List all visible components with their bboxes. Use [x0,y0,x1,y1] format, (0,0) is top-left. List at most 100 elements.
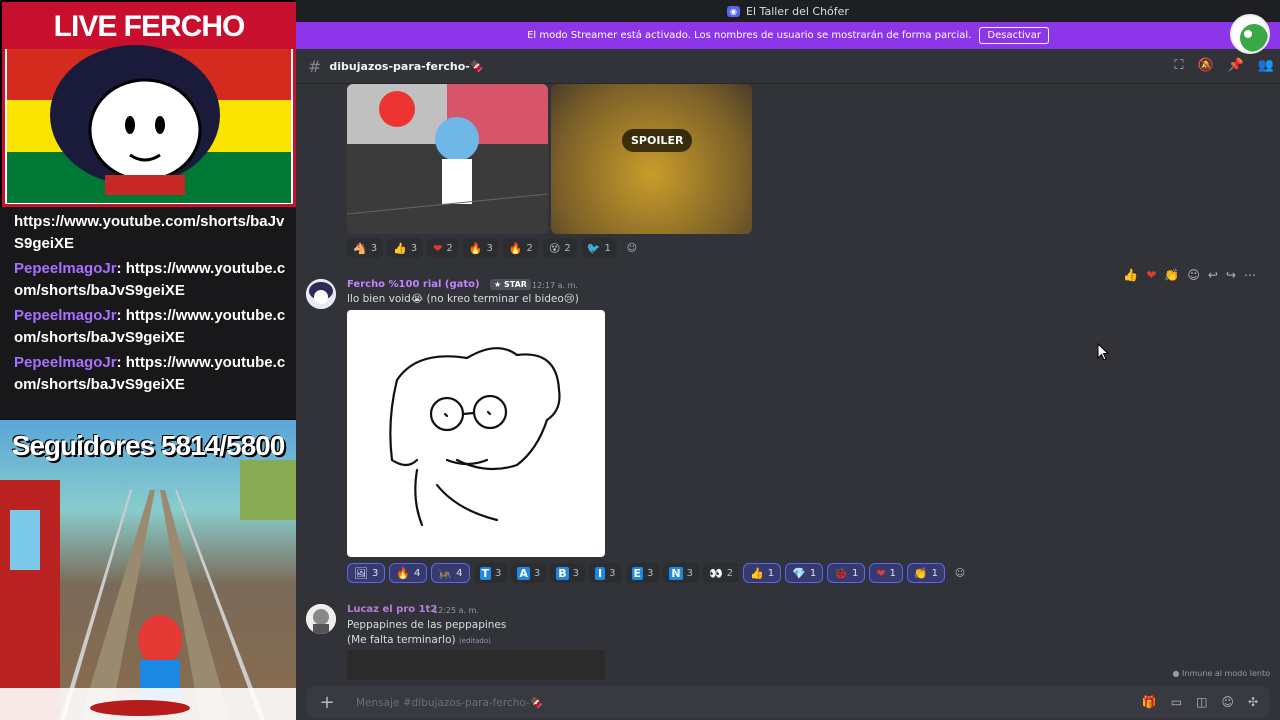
streamer-camera: LIVE FERCHO REACTION [2,2,296,207]
bell-mute-icon[interactable]: 🔕 [1197,58,1213,73]
message-author[interactable]: Lucaz el pro 1t2 [347,604,437,615]
attachment-image[interactable] [347,84,548,234]
reaction-emoji: I [595,566,606,580]
reaction[interactable]: B3 [550,563,586,583]
reaction[interactable]: 🖼 3 [347,563,386,583]
pin-icon[interactable]: 📌 [1228,58,1244,73]
reaction-emoji: T [479,566,492,580]
clock-icon: ● [1172,669,1180,678]
plus-icon[interactable]: + [314,692,340,713]
threads-icon[interactable]: ⛶ [1174,58,1183,73]
reaction-count: 2 [564,242,571,254]
emoji-icon[interactable]: ☺ [1221,695,1234,709]
reaction-emoji: ❤ [433,241,443,255]
discord-logo-icon: ◉ [727,5,741,17]
reaction[interactable]: 🔥 2 [502,238,539,258]
reaction[interactable]: 🔥 3 [462,238,499,258]
deactivate-streamer-button[interactable]: Desactivar [979,27,1049,44]
hash-icon: # [308,56,322,76]
title-bar: ◉ El Taller del Chófer [296,0,1280,22]
drawing-attachment[interactable] [347,310,605,557]
reaction[interactable]: 😵 2 [542,238,577,258]
members-icon[interactable]: 👥 [1258,58,1274,73]
chat-text: https://www.youtube.com/shorts/baJvS9gei… [14,213,285,252]
reaction[interactable]: 🐴 3 [347,238,384,258]
attachment-image[interactable] [347,650,605,680]
author-avatar[interactable] [306,604,336,634]
more-options-icon[interactable]: ⋯ [1244,268,1256,282]
message-input[interactable]: Mensaje #dibujazos-para-fercho-🍫 [340,696,1142,709]
reply-icon[interactable]: ↩ [1208,268,1218,282]
reaction-count: 1 [604,242,611,254]
game-scene [0,460,296,720]
slow-mode-indicator: ● Inmune al modo lento [1173,669,1270,678]
sticker-icon[interactable]: ◫ [1196,695,1207,709]
reaction-emoji: 💎 [792,566,806,580]
streamer-notice: El modo Streamer está activado. Los nomb… [527,30,972,41]
reaction-count: 3 [533,567,541,579]
reaction[interactable]: 🐞 1 [827,563,866,583]
add-reaction-button[interactable]: ☺ [621,238,643,258]
chat-username: PepeelmagoJr [14,260,117,277]
reaction[interactable]: 👀 2 [703,563,740,583]
reaction-count: 1 [809,567,817,579]
reaction[interactable]: 🦗 4 [431,563,470,583]
reaction-count: 3 [609,567,616,579]
edited-tag: (editado) [458,637,491,645]
reaction[interactable]: 👏 1 [906,563,945,583]
reaction[interactable]: ❤ 2 [427,238,459,258]
reaction-emoji: 👍 [393,241,407,255]
reaction[interactable]: 👍 3 [387,238,424,258]
stream-overlay: LIVE FERCHO REACTION https://www.youtube… [0,0,296,720]
forward-icon[interactable]: ↪ [1226,268,1236,282]
spoiler-attachment[interactable]: SPOILER [551,84,752,234]
gif-icon[interactable]: ▭ [1171,695,1182,709]
reaction-count: 2 [526,242,533,254]
chat-username: PepeelmagoJr [14,354,117,371]
reaction-bar: 🐴 3 👍 3 ❤ 2 🔥 3 🔥 2 😵 2 🐦 1 ☺ [347,238,643,258]
channel-name: dibujazos-para-fercho-🍫 [329,59,484,73]
channel-header: # dibujazos-para-fercho-🍫 [296,49,1280,84]
reaction[interactable]: 💎 1 [785,563,824,583]
reaction[interactable]: 🐦 1 [580,238,617,258]
reaction-count: 3 [572,567,580,579]
author-avatar[interactable] [306,279,336,309]
header-toolbar: ⛶ 🔕 📌 👥 [1174,58,1274,73]
message-list[interactable]: SPOILER 🐴 3 👍 3 ❤ 2 🔥 3 🔥 2 😵 2 🐦 1 ☺ 👍 ❤ 👏 ☺ ↩… [296,84,1280,684]
stream-chat: https://www.youtube.com/shorts/baJvS9gei… [0,207,296,419]
clap-quick-icon[interactable]: 👏 [1164,268,1179,282]
reaction-count: 3 [647,567,654,579]
reaction-emoji: 🐦 [586,241,601,255]
reaction-emoji: 🔥 [396,566,411,580]
reaction-count: 1 [767,567,775,579]
reaction-count: 4 [414,567,421,579]
smile-icon: ☺ [954,567,966,579]
reaction-count: 4 [456,567,463,579]
user-avatar[interactable] [1230,14,1270,54]
sketch-drawing [389,347,561,527]
reaction-emoji: E [631,566,644,580]
reaction-count: 1 [851,567,859,579]
reaction[interactable]: ❤ 1 [869,563,903,583]
gift-icon[interactable]: 🎁 [1142,695,1157,709]
cartoon-avatar [50,45,220,195]
reaction-emoji: 🖼 [354,566,368,580]
reaction-count: 1 [889,567,896,579]
reaction[interactable]: N3 [663,563,699,583]
star-icon: ★ [494,280,502,289]
reaction[interactable]: 🔥 4 [389,563,428,583]
apps-icon[interactable]: ✣ [1248,695,1258,709]
thumbs-up-quick-icon[interactable]: 👍 [1123,268,1138,282]
reaction[interactable]: A3 [511,563,547,583]
reaction[interactable]: I3 [589,563,622,583]
reaction[interactable]: E3 [625,563,660,583]
message-author[interactable]: Fercho %100 rial (gato) [347,279,480,290]
reaction-count: 3 [370,242,378,254]
reaction-emoji: N [669,566,683,580]
reaction[interactable]: T3 [473,563,508,583]
reaction[interactable]: 👍 1 [743,563,782,583]
badge-label: STAR [503,280,527,289]
heart-quick-icon[interactable]: ❤ [1146,268,1156,282]
add-reaction-button[interactable]: ☺ [949,563,971,583]
add-reaction-icon[interactable]: ☺ [1187,268,1200,282]
